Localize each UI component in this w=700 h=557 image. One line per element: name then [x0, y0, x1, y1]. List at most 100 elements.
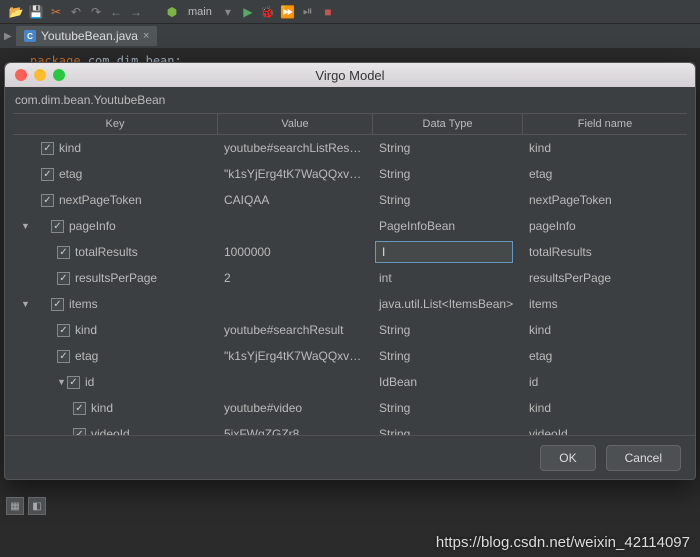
- save-icon[interactable]: 💾: [28, 4, 44, 20]
- cell-key[interactable]: ✓etag: [13, 167, 218, 181]
- table-row[interactable]: ▼✓id IdBeanid: [13, 369, 687, 395]
- cell-key[interactable]: ✓kind: [13, 141, 218, 155]
- cell-value[interactable]: 5ixFWqZGZr8: [218, 427, 373, 435]
- undo-icon[interactable]: ↶: [68, 4, 84, 20]
- checkbox[interactable]: ✓: [73, 402, 86, 415]
- table-row[interactable]: ✓etag"k1sYjErg4tK7WaQQxvJkW…Stringetag: [13, 343, 687, 369]
- table-row[interactable]: ▼✓pageInfoPageInfoBeanpageInfo: [13, 213, 687, 239]
- dialog-titlebar[interactable]: Virgo Model: [5, 63, 695, 87]
- window-zoom-icon[interactable]: [53, 69, 65, 81]
- checkbox[interactable]: ✓: [57, 272, 70, 285]
- run-config[interactable]: main: [184, 6, 216, 18]
- cell-type[interactable]: PageInfoBean: [373, 219, 523, 233]
- cell-value[interactable]: 2: [218, 271, 373, 285]
- table-row[interactable]: ✓videoId5ixFWqZGZr8StringvideoId: [13, 421, 687, 435]
- checkbox[interactable]: ✓: [73, 428, 86, 436]
- ok-button[interactable]: OK: [540, 445, 595, 471]
- cell-type[interactable]: String: [373, 323, 523, 337]
- window-close-icon[interactable]: [15, 69, 27, 81]
- checkbox[interactable]: ✓: [57, 246, 70, 259]
- cell-type[interactable]: String: [373, 401, 523, 415]
- cell-key[interactable]: ▼✓items: [13, 297, 218, 311]
- cell-type[interactable]: String: [373, 141, 523, 155]
- cell-value[interactable]: "k1sYjErg4tK7WaQQxvJkW…: [218, 349, 373, 363]
- cell-type[interactable]: java.util.List<ItemsBean>: [373, 297, 523, 311]
- table-row[interactable]: ▼✓itemsjava.util.List<ItemsBean>items: [13, 291, 687, 317]
- cell-field[interactable]: id: [523, 375, 687, 389]
- cell-key[interactable]: ▼✓pageInfo: [13, 219, 218, 233]
- cell-value[interactable]: CAIQAA: [218, 193, 373, 207]
- cell-type[interactable]: String: [373, 427, 523, 435]
- cell-field[interactable]: nextPageToken: [523, 193, 687, 207]
- checkbox[interactable]: ✓: [57, 350, 70, 363]
- cell-key[interactable]: ✓nextPageToken: [13, 193, 218, 207]
- run-icon[interactable]: ▶: [240, 4, 256, 20]
- header-key[interactable]: Key: [13, 114, 218, 134]
- debug-icon[interactable]: 🐞: [260, 4, 276, 20]
- expand-arrow-icon[interactable]: ▼: [19, 299, 29, 309]
- close-icon[interactable]: ×: [143, 30, 149, 42]
- cell-type[interactable]: [373, 241, 523, 263]
- forward-icon[interactable]: →: [128, 4, 144, 20]
- attach-icon[interactable]: ⏯: [300, 4, 316, 20]
- cell-field[interactable]: kind: [523, 141, 687, 155]
- header-field[interactable]: Field name: [523, 114, 687, 134]
- header-type[interactable]: Data Type: [373, 114, 523, 134]
- expand-arrow-icon[interactable]: ▼: [19, 221, 29, 231]
- cell-key[interactable]: ▼✓id: [13, 375, 218, 389]
- chevron-down-icon[interactable]: ▾: [220, 4, 236, 20]
- tab-youtubebean[interactable]: C YoutubeBean.java ×: [16, 26, 157, 46]
- cell-key[interactable]: ✓totalResults: [13, 245, 218, 259]
- tab-arrow-icon[interactable]: ▶: [4, 31, 16, 42]
- window-minimize-icon[interactable]: [34, 69, 46, 81]
- cell-key[interactable]: ✓videoId: [13, 427, 218, 435]
- android-icon[interactable]: ⬢: [164, 4, 180, 20]
- cell-type[interactable]: String: [373, 193, 523, 207]
- cell-type[interactable]: int: [373, 271, 523, 285]
- checkbox[interactable]: ✓: [57, 324, 70, 337]
- open-icon[interactable]: 📂: [8, 4, 24, 20]
- checkbox[interactable]: ✓: [51, 298, 64, 311]
- cell-key[interactable]: ✓kind: [13, 401, 218, 415]
- redo-icon[interactable]: ↷: [88, 4, 104, 20]
- table-row[interactable]: ✓totalResults1000000 totalResults: [13, 239, 687, 265]
- cancel-button[interactable]: Cancel: [606, 445, 681, 471]
- table-row[interactable]: ✓nextPageTokenCAIQAAStringnextPageToken: [13, 187, 687, 213]
- cell-field[interactable]: videoId: [523, 427, 687, 435]
- cell-field[interactable]: totalResults: [523, 245, 687, 259]
- cell-type[interactable]: String: [373, 167, 523, 181]
- cell-field[interactable]: items: [523, 297, 687, 311]
- cell-type[interactable]: String: [373, 349, 523, 363]
- tool-icon-1[interactable]: ▦: [6, 497, 24, 515]
- checkbox[interactable]: ✓: [67, 376, 80, 389]
- table-row[interactable]: ✓kindyoutube#searchListRespo…Stringkind: [13, 135, 687, 161]
- checkbox[interactable]: ✓: [41, 142, 54, 155]
- stop-icon[interactable]: ■: [320, 4, 336, 20]
- expand-arrow-icon[interactable]: ▼: [57, 377, 67, 387]
- cell-key[interactable]: ✓etag: [13, 349, 218, 363]
- cell-value[interactable]: youtube#video: [218, 401, 373, 415]
- cell-value[interactable]: youtube#searchListRespo…: [218, 141, 373, 155]
- table-row[interactable]: ✓resultsPerPage2intresultsPerPage: [13, 265, 687, 291]
- cell-field[interactable]: etag: [523, 167, 687, 181]
- cut-icon[interactable]: ✂: [48, 4, 64, 20]
- header-value[interactable]: Value: [218, 114, 373, 134]
- cell-field[interactable]: kind: [523, 323, 687, 337]
- type-input[interactable]: [375, 241, 513, 263]
- cell-key[interactable]: ✓resultsPerPage: [13, 271, 218, 285]
- tool-icon-2[interactable]: ◧: [28, 497, 46, 515]
- checkbox[interactable]: ✓: [51, 220, 64, 233]
- cell-field[interactable]: resultsPerPage: [523, 271, 687, 285]
- checkbox[interactable]: ✓: [41, 168, 54, 181]
- cell-value[interactable]: 1000000: [218, 245, 373, 259]
- table-row[interactable]: ✓etag"k1sYjErg4tK7WaQQxvJkW…Stringetag: [13, 161, 687, 187]
- profile-icon[interactable]: ⏩: [280, 4, 296, 20]
- table-row[interactable]: ✓kindyoutube#videoStringkind: [13, 395, 687, 421]
- cell-type[interactable]: IdBean: [373, 375, 523, 389]
- back-icon[interactable]: ←: [108, 4, 124, 20]
- cell-value[interactable]: "k1sYjErg4tK7WaQQxvJkW…: [218, 167, 373, 181]
- cell-field[interactable]: etag: [523, 349, 687, 363]
- checkbox[interactable]: ✓: [41, 194, 54, 207]
- cell-key[interactable]: ✓kind: [13, 323, 218, 337]
- cell-value[interactable]: youtube#searchResult: [218, 323, 373, 337]
